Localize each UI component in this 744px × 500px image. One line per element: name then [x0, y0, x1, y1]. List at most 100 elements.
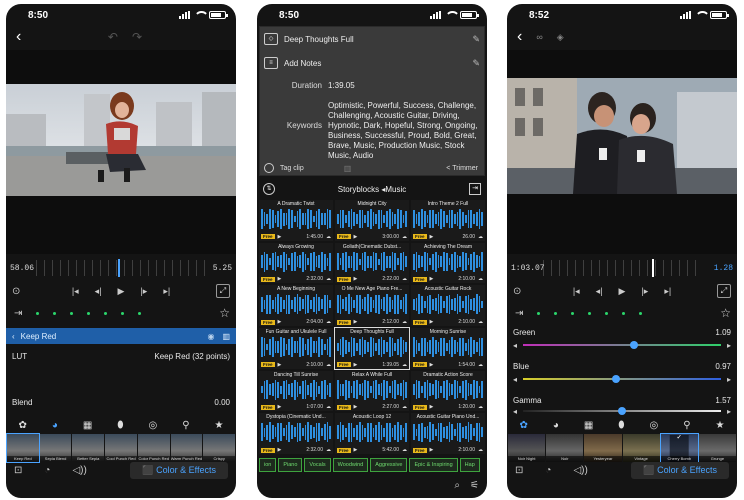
speed-gauge-icon[interactable]: ◔	[545, 465, 551, 476]
undo-icon[interactable]: ↶	[108, 30, 118, 44]
back-chevron-icon[interactable]: ‹	[16, 28, 21, 46]
preview-play-icon[interactable]: ▶	[430, 447, 434, 453]
trash-icon[interactable]: ▥	[344, 164, 352, 173]
spotlight-icon[interactable]: ⚲	[683, 420, 690, 431]
cloud-download-icon[interactable]: ☁	[402, 276, 407, 282]
search-icon[interactable]: ⌕	[454, 480, 460, 491]
gamma-slider-track[interactable]	[523, 407, 721, 415]
fullscreen-icon[interactable]: ⤢	[216, 284, 230, 298]
play-icon[interactable]: ▶	[118, 286, 125, 297]
preview-play-icon[interactable]: ▶	[430, 234, 434, 240]
sort-icon[interactable]: ⇅	[263, 183, 275, 195]
genre-chip[interactable]: Aggressive	[370, 458, 408, 472]
fullscreen-icon[interactable]: ⤢	[717, 284, 731, 298]
cloud-download-icon[interactable]: ☁	[478, 404, 483, 410]
audio-icon[interactable]: ◁))	[72, 465, 86, 476]
crop-icon[interactable]: ⊡	[515, 465, 523, 476]
playhead[interactable]	[118, 259, 120, 277]
cloud-download-icon[interactable]: ☁	[326, 276, 331, 282]
preview-play-icon[interactable]: ▶	[278, 447, 282, 453]
track-tile[interactable]: Intro Theme 2 Full Free ▶ 26.00 ☁	[411, 200, 485, 241]
cloud-download-icon[interactable]: ☁	[402, 234, 407, 240]
color-effects-button[interactable]: ⬛ Color & Effects	[631, 461, 729, 479]
cloud-download-icon[interactable]: ☁	[326, 404, 331, 410]
color-effects-button[interactable]: ⬛ Color & Effects	[130, 461, 228, 479]
track-tile[interactable]: Midnight City Free ▶ 3:00.00 ☁	[335, 200, 409, 241]
effect-selected-bar[interactable]: ‹ Keep Red ◉ ▥	[6, 328, 236, 344]
preview-play-icon[interactable]: ▶	[278, 234, 282, 240]
cloud-download-icon[interactable]: ☁	[326, 319, 331, 325]
grid-icon[interactable]: ▦	[584, 420, 593, 431]
visibility-eye-icon[interactable]: ◉	[207, 332, 214, 341]
step-back-icon[interactable]: ◂|	[95, 286, 102, 297]
skip-end-icon[interactable]: ▸|	[163, 286, 170, 297]
track-tile[interactable]: Goliath(Cinematic Dubst... Free ▶ 2:22.00 ☁	[335, 242, 409, 284]
genre-chip[interactable]: Epic & Inspiring	[409, 458, 458, 472]
grid-icon[interactable]: ▦	[83, 420, 92, 431]
star-icon[interactable]: ★	[215, 420, 224, 431]
trimmer-link[interactable]: < Trimmer	[446, 165, 478, 172]
preview-play-icon[interactable]: ▶	[354, 404, 358, 410]
tag-clip-label[interactable]: Tag clip	[280, 165, 304, 172]
lut-row[interactable]: LUT Keep Red (32 points)	[12, 352, 230, 361]
cloud-download-icon[interactable]: ☁	[326, 362, 331, 368]
color-wheel-icon[interactable]: ◕	[553, 420, 559, 431]
audio-icon[interactable]: ◁))	[573, 465, 587, 476]
cloud-download-icon[interactable]: ☁	[326, 234, 331, 240]
cloud-download-icon[interactable]: ☁	[478, 319, 483, 325]
favorite-star-icon[interactable]: ☆	[720, 306, 731, 320]
genre-chip[interactable]: Woodwind	[332, 458, 369, 472]
star-icon[interactable]: ★	[716, 420, 725, 431]
blue-slider[interactable]: ◂ ▸	[513, 374, 731, 384]
timeline-ruler[interactable]	[543, 260, 701, 276]
crop-icon[interactable]: ⊡	[14, 465, 22, 476]
preview-play-icon[interactable]: ▶	[354, 319, 358, 325]
cloud-download-icon[interactable]: ☁	[402, 319, 407, 325]
preview-play-icon[interactable]: ▶	[430, 362, 434, 368]
clip-title-row[interactable]: ◇ Deep Thoughts Full ✎	[264, 33, 480, 45]
preview-play-icon[interactable]: ▶	[278, 404, 282, 410]
green-slider[interactable]: ◂ ▸	[513, 340, 731, 350]
edit-pencil-icon[interactable]: ✎	[472, 58, 480, 69]
track-tile[interactable]: Dystopia (Cinematic Und... Free ▶ 2:32.00 ☁	[259, 413, 333, 454]
add-track-icon[interactable]: ⇥	[515, 308, 523, 319]
layers-icon[interactable]: ◈	[557, 32, 564, 43]
skip-start-icon[interactable]: |◂	[573, 286, 580, 297]
step-forward-icon[interactable]: |▸	[641, 286, 648, 297]
track-tile[interactable]: A New Beginning Free ▶ 2:04.00 ☁	[259, 285, 333, 326]
cloud-download-icon[interactable]: ☁	[402, 447, 407, 453]
cloud-download-icon[interactable]: ☁	[478, 447, 483, 453]
loop-toggle-icon[interactable]: ⊙	[12, 286, 20, 297]
link-icon[interactable]: ∞	[536, 32, 542, 42]
cloud-download-icon[interactable]: ☁	[326, 447, 331, 453]
genre-chip[interactable]: Piano	[278, 458, 303, 472]
edit-pencil-icon[interactable]: ✎	[472, 34, 480, 45]
skip-end-icon[interactable]: ▸|	[664, 286, 671, 297]
playhead[interactable]	[652, 259, 654, 277]
gamma-slider-knob[interactable]	[618, 407, 626, 415]
loop-toggle-icon[interactable]: ⊙	[513, 286, 521, 297]
preview-play-icon[interactable]: ▶	[354, 276, 358, 282]
library-title[interactable]: Storyblocks ◂Music	[338, 185, 406, 194]
genre-chip[interactable]: Hap	[459, 458, 480, 472]
redo-icon[interactable]: ↷	[132, 30, 142, 44]
back-chevron-icon[interactable]: ‹	[517, 28, 522, 46]
track-tile[interactable]: Dancing Till Sunrise Free ▶ 1:07.00 ☁	[259, 370, 333, 412]
record-circle-icon[interactable]	[264, 163, 274, 173]
trash-icon[interactable]: ▥	[222, 332, 230, 341]
genre-chip[interactable]: Vocals	[304, 458, 331, 472]
timeline-ruler[interactable]	[36, 260, 206, 276]
cloud-download-icon[interactable]: ☁	[402, 404, 407, 410]
blue-slider-knob[interactable]	[612, 375, 621, 383]
cloud-download-icon[interactable]: ☁	[402, 362, 407, 368]
track-tile[interactable]: Always Growing Free ▶ 2:32.00 ☁	[259, 242, 333, 284]
track-tile[interactable]: Acoustic Loop 12 Free ▶ 5:42.00 ☁	[335, 413, 409, 454]
track-tile[interactable]: Morning Sunrise Free ▶ 1:54.00 ☁	[411, 328, 485, 369]
preview-play-icon[interactable]: ▶	[354, 362, 358, 368]
preview-play-icon[interactable]: ▶	[278, 362, 282, 368]
genre-chip[interactable]: ion	[259, 458, 277, 472]
cloud-download-icon[interactable]: ☁	[478, 234, 483, 240]
cloud-download-icon[interactable]: ☁	[478, 362, 483, 368]
drop-icon[interactable]: ⬮	[618, 420, 624, 431]
step-back-icon[interactable]: ◂|	[596, 286, 603, 297]
